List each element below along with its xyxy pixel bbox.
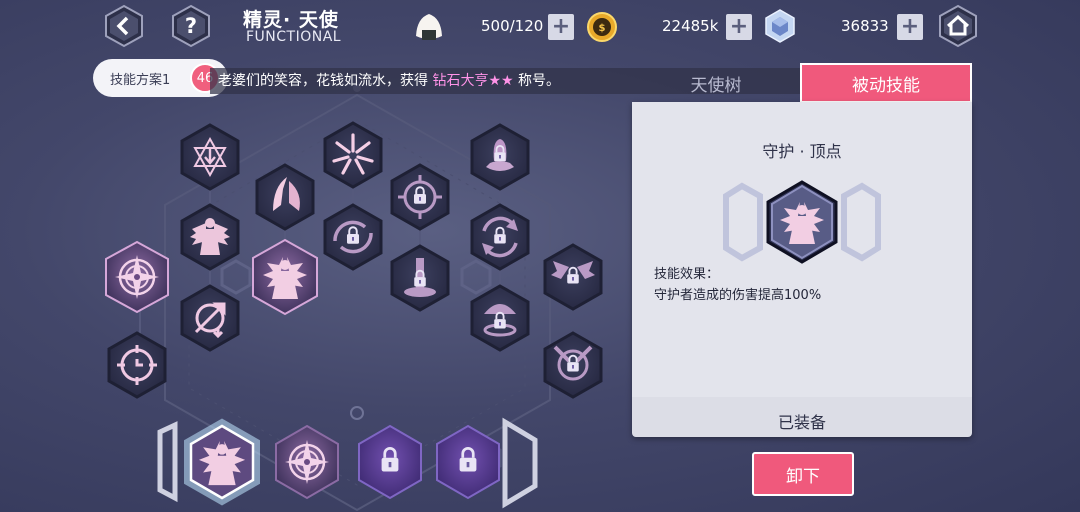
home-icon — [939, 4, 977, 48]
coin-value: 22485k — [662, 17, 719, 35]
svg-text:$: $ — [599, 23, 606, 34]
node-guardian[interactable] — [252, 238, 318, 316]
home-button[interactable] — [936, 4, 980, 48]
crystal-add-button[interactable]: + — [897, 14, 923, 40]
node-swirl-arrow[interactable] — [180, 284, 240, 352]
effect-label: 技能效果： — [654, 267, 720, 282]
crystal-value: 36833 — [841, 17, 889, 35]
equipped-status: 已装备 — [777, 413, 826, 432]
node-aim-lock[interactable] — [323, 203, 383, 271]
node-compass[interactable] — [105, 240, 169, 314]
top-bar: ? 精灵· 天使 FUNCTIONAL 500/120 + $ 22485k +… — [0, 0, 1080, 54]
slot-frame-right — [502, 417, 538, 509]
slot-guardian[interactable] — [184, 418, 260, 506]
chevron-left-icon — [105, 4, 143, 48]
node-pillar-lock[interactable] — [390, 244, 450, 312]
tab-angel-tree[interactable]: 天使树 — [632, 64, 800, 102]
node-star-arrow[interactable] — [180, 123, 240, 191]
slot-locked-2[interactable] — [436, 424, 500, 500]
slot-compass[interactable] — [275, 424, 339, 500]
page-subtitle: FUNCTIONAL — [246, 29, 342, 45]
skill-plan-label: 技能方案1 — [110, 72, 171, 88]
marquee-highlight: 钻石大亨★★ — [432, 73, 514, 89]
riceball-icon — [416, 14, 442, 40]
slot-locked-1[interactable] — [358, 424, 422, 500]
node-sword-lock[interactable] — [543, 331, 603, 399]
skill-detail-panel: 守护 · 顶点 技能效果： 守护者造成的伤害提高100% 已装备 — [632, 102, 972, 437]
node-bell-lock[interactable] — [470, 123, 530, 191]
crystal-icon — [765, 9, 795, 43]
back-button[interactable] — [102, 4, 146, 48]
slot-frame-left — [157, 421, 178, 503]
effect-text: 守护者造成的伤害提高100% — [654, 288, 822, 303]
node-wing-spirit[interactable] — [255, 163, 315, 231]
stamina-value: 500/120 — [481, 17, 544, 35]
node-angel-lock[interactable] — [543, 243, 603, 311]
node-cycle-lock[interactable] — [470, 203, 530, 271]
skill-preview — [723, 180, 881, 264]
node-target-lock[interactable] — [390, 163, 450, 231]
node-winged-guardian[interactable] — [180, 203, 240, 271]
skill-detail-body: 守护 · 顶点 技能效果： 守护者造成的伤害提高100% — [632, 102, 972, 397]
help-button[interactable]: ? — [169, 4, 213, 48]
page-title: 精灵· 天使 — [243, 9, 339, 31]
skill-name: 守护 · 顶点 — [762, 142, 842, 161]
node-umbrella-lock[interactable] — [470, 284, 530, 352]
tab-passive-skills[interactable]: 被动技能 — [800, 63, 972, 103]
marquee-prefix: 老婆们的笑容，花钱如流水，获得 — [218, 73, 433, 89]
node-shatter[interactable] — [323, 121, 383, 189]
guardian-icon — [766, 180, 838, 264]
node-clock-target[interactable] — [107, 331, 167, 399]
unequip-button[interactable]: 卸下 — [752, 452, 854, 496]
coin-add-button[interactable]: + — [726, 14, 752, 40]
marquee-suffix: 称号。 — [513, 73, 561, 89]
coin-icon: $ — [587, 12, 617, 42]
stamina-add-button[interactable]: + — [548, 14, 574, 40]
